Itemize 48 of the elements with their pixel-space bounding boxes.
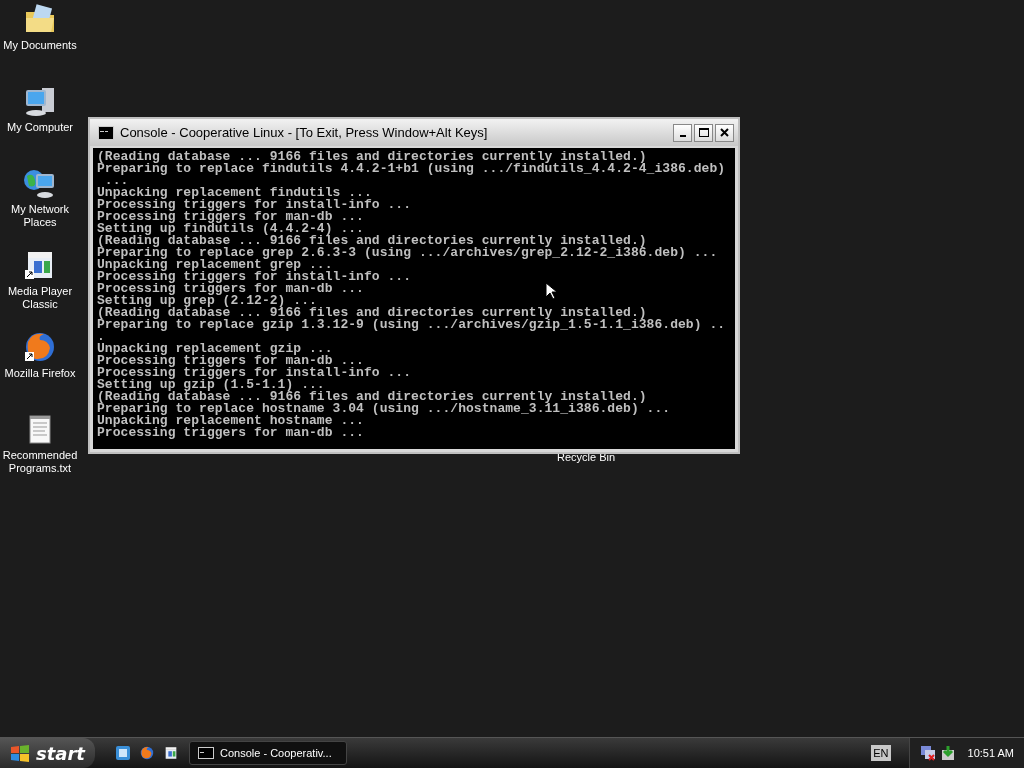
windows-logo-icon [10, 744, 30, 762]
update-icon[interactable] [939, 745, 956, 761]
console-line: Unpacking replacement hostname ... [97, 415, 364, 427]
console-line: (Reading database ... 9166 files and directories currently installed.) [97, 151, 647, 163]
console-line: Setting up gzip (1.5-1.1) ... [97, 379, 325, 391]
minimize-icon [679, 134, 686, 137]
console-line: Unpacking replacement findutils ... [97, 187, 372, 199]
icon-label[interactable]: My Computer [2, 121, 78, 134]
icon-label[interactable]: My Network Places [2, 203, 78, 229]
taskbar-button[interactable]: Console - Cooperativ... [189, 741, 347, 765]
console-line: ... [104, 175, 129, 187]
network-error-icon[interactable] [919, 745, 936, 761]
console-line: (Reading database ... 9166 files and directories currently installed.) [97, 235, 647, 247]
console-line: Processing triggers for man-db ... [97, 283, 364, 295]
close-icon [720, 128, 729, 137]
icon-label[interactable]: Media Player Classic [2, 285, 78, 311]
icon-label[interactable]: My Documents [2, 39, 78, 52]
console-line: Processing triggers for install-info ... [97, 367, 412, 379]
console-line: Preparing to replace gzip 1.3.12-9 (using .../archives/gzip_1.5-1.1_i386.deb) .. [97, 319, 726, 331]
console-line: (Reading database ... 9166 files and directories currently installed.) [97, 391, 647, 403]
console-icon [198, 747, 214, 759]
console-line: Processing triggers for install-info ... [97, 271, 412, 283]
console-line: Processing triggers for man-db ... [97, 355, 364, 367]
console-line: Setting up findutils (4.4.2-4) ... [97, 223, 364, 235]
console-line: (Reading database ... 9166 files and directories currently installed.) [97, 307, 647, 319]
console-line: Processing triggers for man-db ... [97, 427, 364, 439]
console-line: Preparing to replace hostname 3.04 (using .../hostname_3.11_i386.deb) ... [97, 403, 671, 415]
icon-label[interactable]: Mozilla Firefox [2, 367, 78, 380]
console-line: Processing triggers for install-info ... [97, 199, 412, 211]
maximize-icon [698, 128, 709, 137]
console-line: Unpacking replacement grep ... [97, 259, 333, 271]
globe-icon[interactable] [139, 745, 155, 761]
language-indicator[interactable]: EN [871, 745, 891, 761]
minimize-button[interactable] [673, 123, 692, 142]
console-line: Setting up grep (2.12-2) ... [97, 295, 317, 307]
console-line: Preparing to replace findutils 4.4.2-1+b1 (using .../findutils_4.4.2-4_i386.deb) [97, 163, 726, 175]
cursor-icon [545, 282, 557, 300]
maximize-button[interactable] [694, 123, 713, 142]
console-icon [98, 125, 114, 140]
console-line: Unpacking replacement gzip ... [97, 343, 333, 355]
console-line: . [97, 331, 105, 343]
console-line: Preparing to replace grep 2.6.3-3 (using .../archives/grep_2.12-2_i386.deb) ... [97, 247, 718, 259]
clock: 10:51 AM [967, 747, 1014, 759]
start-button[interactable]: start [0, 738, 95, 768]
console-line: Processing triggers for man-db ... [97, 211, 364, 223]
icon-label[interactable]: Recommended Programs.txt [2, 449, 78, 475]
close-button[interactable] [715, 123, 734, 142]
window-title: Console - Cooperative Linux - [To Exit, Press Window+Alt Keys] [120, 125, 489, 140]
